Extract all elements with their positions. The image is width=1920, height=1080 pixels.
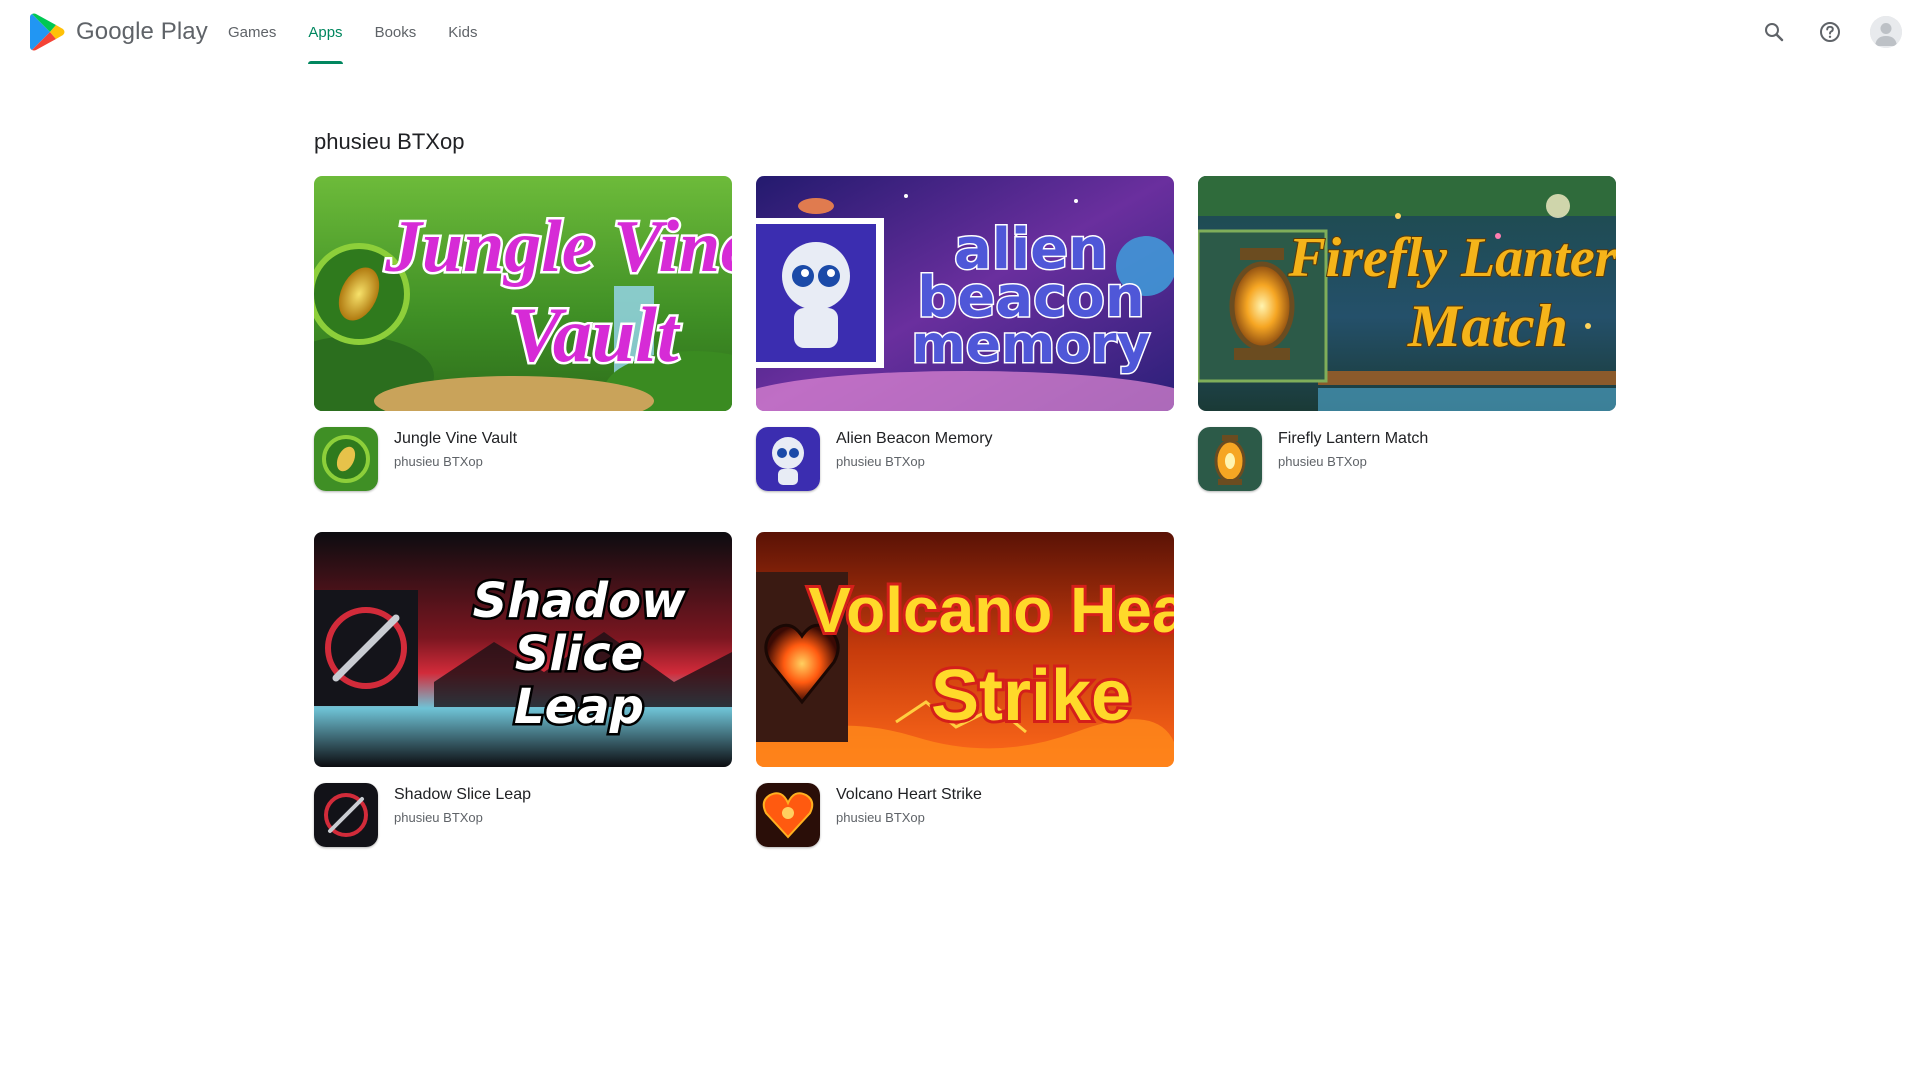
header-actions (1754, 12, 1906, 52)
app-banner: alien beacon memory (756, 176, 1174, 411)
banner-text: Match (1407, 293, 1568, 359)
banner-text: Jungle Vine (384, 206, 732, 288)
nav-tab-kids[interactable]: Kids (432, 0, 493, 64)
shadow-banner-image: Shadow Slice Leap (314, 532, 732, 767)
app-title: Volcano Heart Strike (836, 786, 982, 803)
active-tab-indicator (308, 61, 343, 64)
banner-text: Shadow (473, 573, 686, 629)
help-icon (1820, 22, 1840, 42)
app-banner: Volcano Heart Strike (756, 532, 1174, 767)
firefly-banner-image: Firefly Lantern Match (1198, 176, 1616, 411)
app-developer[interactable]: phusieu BTXop (836, 810, 925, 825)
google-play-logo[interactable]: Google Play (30, 12, 208, 52)
alien-banner-image: alien beacon memory (756, 176, 1174, 411)
search-button[interactable] (1754, 12, 1794, 52)
app-title: Jungle Vine Vault (394, 430, 518, 447)
volcano-banner-image: Volcano Heart Strike (756, 532, 1174, 767)
avatar (1870, 16, 1902, 48)
developer-page: phusieu BTXop Jungle Vine Vault Jungle V… (314, 124, 1618, 847)
nav-tab-label: Apps (308, 23, 343, 41)
banner-text: memory (912, 315, 1151, 375)
account-avatar-icon (1870, 16, 1902, 48)
play-logo-icon (30, 13, 65, 51)
app-card[interactable]: Firefly Lantern Match Firefly Lantern Ma… (1198, 176, 1616, 494)
app-card[interactable]: Shadow Slice Leap Shadow Slice Leap phus… (314, 532, 732, 850)
app-title: Alien Beacon Memory (836, 430, 993, 447)
banner-text: Slice (515, 626, 643, 682)
app-icon (1198, 427, 1262, 491)
nav-tab-label: Kids (448, 23, 478, 41)
app-developer[interactable]: phusieu BTXop (394, 810, 483, 825)
app-banner: Firefly Lantern Match (1198, 176, 1616, 411)
app-title: Shadow Slice Leap (394, 786, 531, 803)
nav-tab-apps[interactable]: Apps (292, 0, 358, 64)
nav-tab-label: Books (374, 23, 417, 41)
app-title: Firefly Lantern Match (1278, 430, 1429, 447)
app-icon (756, 427, 820, 491)
app-card[interactable]: Volcano Heart Strike Volcano Heart Strik… (756, 532, 1174, 850)
page-title: phusieu BTXop (314, 129, 465, 154)
banner-text: Firefly Lantern (1287, 227, 1616, 289)
help-button[interactable] (1810, 12, 1850, 52)
app-card[interactable]: Jungle Vine Vault Jungle Vine Vault phus… (314, 176, 732, 494)
search-icon (1765, 23, 1784, 42)
app-icon (314, 427, 378, 491)
brand-name: Google Play (76, 18, 208, 45)
banner-text: Vault (509, 291, 680, 378)
app-icon (314, 783, 378, 847)
banner-text: Leap (514, 679, 644, 735)
jungle-banner-image: Jungle Vine Vault (314, 176, 732, 411)
primary-nav: Games Apps Books Kids (212, 0, 493, 64)
nav-tab-games[interactable]: Games (212, 0, 292, 64)
top-app-bar: Google Play Games Apps Books Kids (0, 0, 1920, 64)
banner-text: Strike (931, 656, 1131, 736)
nav-tab-label: Games (228, 23, 277, 41)
app-developer[interactable]: phusieu BTXop (394, 454, 483, 469)
app-banner: Jungle Vine Vault (314, 176, 732, 411)
app-card[interactable]: alien beacon memory Alien Beacon Memory … (756, 176, 1174, 494)
banner-text: Volcano Heart (808, 574, 1174, 646)
account-button[interactable] (1866, 12, 1906, 52)
nav-tab-books[interactable]: Books (359, 0, 433, 64)
app-developer[interactable]: phusieu BTXop (836, 454, 925, 469)
app-developer[interactable]: phusieu BTXop (1278, 454, 1367, 469)
app-icon (756, 783, 820, 847)
app-banner: Shadow Slice Leap (314, 532, 732, 767)
